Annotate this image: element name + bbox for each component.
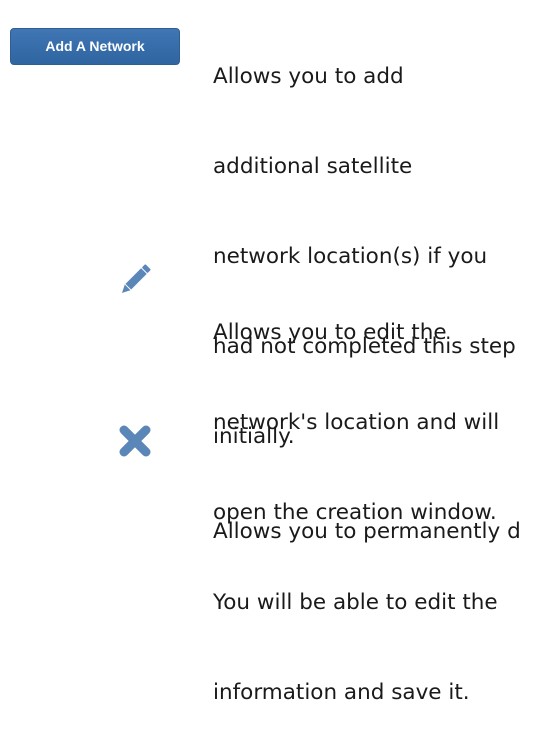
close-x-icon[interactable] bbox=[117, 423, 153, 459]
description-line: information and save it. bbox=[213, 680, 470, 705]
description-line: Allows you to permanently d bbox=[213, 519, 521, 544]
description-line: Allows you to edit the bbox=[213, 320, 447, 345]
add-network-button[interactable]: Add A Network bbox=[10, 28, 180, 65]
description-line: You will be able to edit the bbox=[213, 590, 498, 615]
description-line: additional satellite bbox=[213, 154, 413, 179]
delete-description: Allows you to permanently d bbox=[213, 457, 521, 577]
description-line: network's location and will bbox=[213, 410, 500, 435]
description-line: Allows you to add bbox=[213, 64, 404, 89]
pencil-icon[interactable] bbox=[117, 264, 151, 298]
